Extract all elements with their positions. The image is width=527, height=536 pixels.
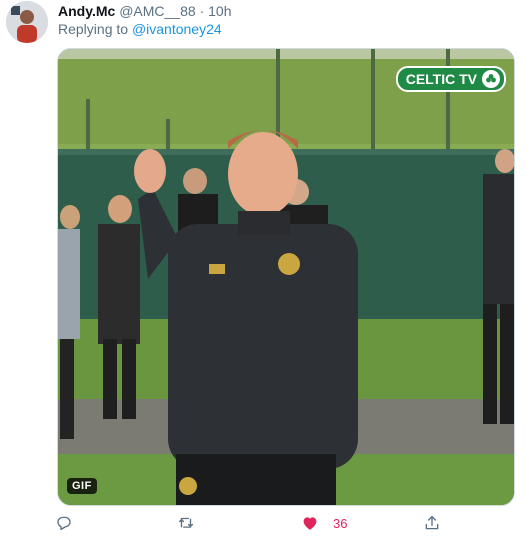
reply-button[interactable] xyxy=(55,512,73,534)
gif-frame xyxy=(58,49,514,505)
heart-icon xyxy=(303,517,317,530)
author-handle[interactable]: @AMC__88 xyxy=(119,3,195,19)
tweet-header: Andy.Mc @AMC__88 · 10h xyxy=(58,2,231,20)
like-button[interactable]: 36 xyxy=(301,512,347,534)
share-button[interactable] xyxy=(423,512,441,534)
avatar-image xyxy=(6,1,48,43)
gif-badge: GIF xyxy=(67,478,97,494)
replying-prefix: Replying to xyxy=(58,21,129,37)
share-icon xyxy=(425,515,439,530)
replying-handle-link[interactable]: @ivantoney24 xyxy=(132,21,222,37)
clover-icon xyxy=(482,70,500,88)
like-count: 36 xyxy=(333,515,348,531)
author-name[interactable]: Andy.Mc xyxy=(58,3,115,19)
tweet-actions: 36 xyxy=(55,512,450,534)
replying-to: Replying to @ivantoney24 xyxy=(58,20,222,38)
retweet-button[interactable] xyxy=(177,512,195,534)
watermark-logo: CELTIC TV xyxy=(395,66,506,92)
reply-icon xyxy=(57,516,71,531)
watermark-text: CELTIC TV xyxy=(405,71,477,87)
tweet-time[interactable]: 10h xyxy=(208,3,231,19)
avatar[interactable] xyxy=(6,1,48,43)
gif-media[interactable]: CELTIC TV GIF xyxy=(57,48,515,506)
retweet-icon xyxy=(178,517,194,528)
separator: · xyxy=(199,3,205,19)
